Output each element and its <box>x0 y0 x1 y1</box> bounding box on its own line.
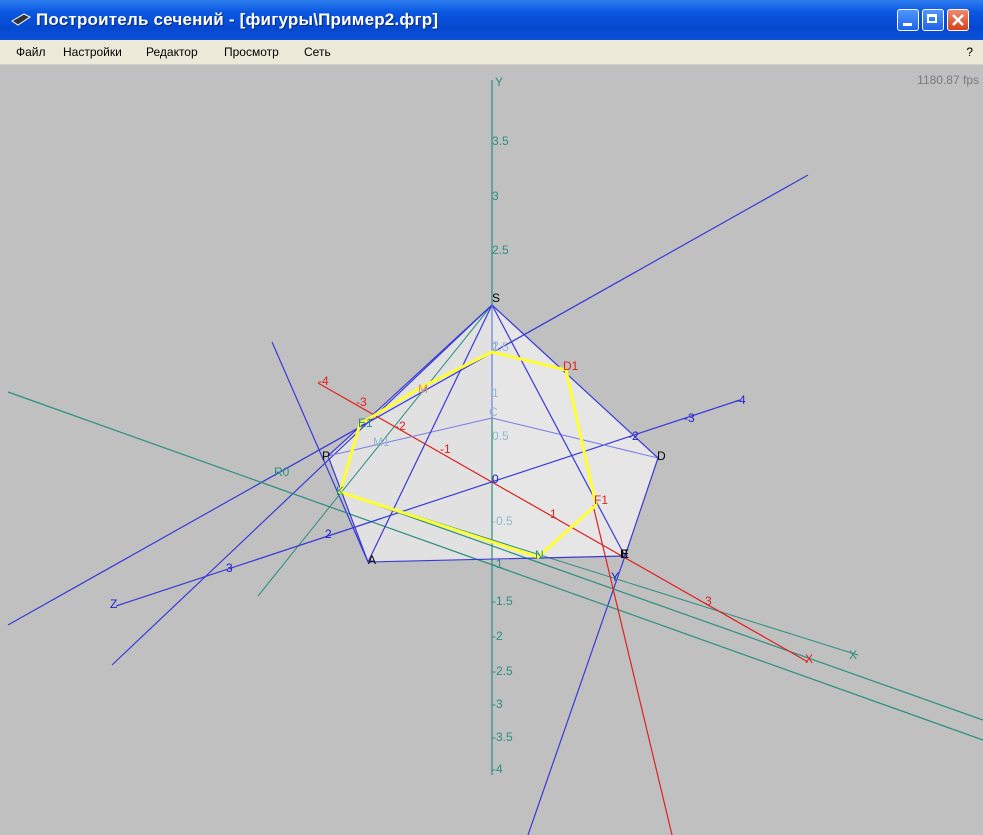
axis-z-tick: 3 <box>226 561 233 575</box>
point-label-s: S <box>492 291 500 305</box>
minimize-button[interactable] <box>897 9 919 31</box>
axis-y-tick: -1.5 <box>492 594 513 608</box>
axis-z-tick: -4 <box>735 393 746 407</box>
axis-x-tick: 3 <box>705 594 712 608</box>
maximize-button[interactable] <box>922 9 944 31</box>
point-label-m1: M1 <box>373 435 390 449</box>
app-icon <box>11 13 31 26</box>
point-label-f1: F1 <box>594 493 608 507</box>
point-label-c: C <box>489 405 498 419</box>
axis-x-tick: -3 <box>356 395 367 409</box>
point-label-d: D <box>657 449 666 463</box>
axis-y-tick: -3.5 <box>492 730 513 744</box>
app-window: Построитель сечений - [фигуры\Пример2.фг… <box>0 0 983 835</box>
aux-line-red <box>592 504 673 835</box>
axis-y-tick: -1 <box>492 557 503 571</box>
close-icon <box>952 14 964 26</box>
axis-z-tick: -2 <box>628 429 639 443</box>
axis-x-tick: -4 <box>318 374 329 388</box>
point-label-x: X <box>849 648 857 662</box>
menu-file[interactable]: Файл <box>16 45 46 59</box>
aux-line-blue-4 <box>527 555 626 835</box>
axis-z-tick: 2 <box>325 527 332 541</box>
point-label-e: E <box>621 547 629 561</box>
axis-x-tick: -1 <box>440 442 451 456</box>
axis-y-tick: -2.5 <box>492 664 513 678</box>
axis-y-tick: -0.5 <box>492 514 513 528</box>
point-label-d1: D1 <box>563 359 579 373</box>
menu-help[interactable]: ? <box>966 45 973 59</box>
axis-y-tick: -2 <box>492 629 503 643</box>
axis-z-name: Z <box>110 597 117 611</box>
axis-x-name: X <box>805 652 813 666</box>
axis-y-tick: 0.5 <box>492 429 509 443</box>
axis-y-tick: 2.5 <box>492 243 509 257</box>
point-label-p: P <box>322 449 330 463</box>
menu-view[interactable]: Просмотр <box>224 45 279 59</box>
point-label-a: A <box>368 553 376 567</box>
point-label-m: M <box>418 382 428 396</box>
axis-y-tick: 1 <box>492 386 499 400</box>
menu-settings[interactable]: Настройки <box>63 45 122 59</box>
point-label-k: K <box>336 484 344 498</box>
axis-y-tick: 3 <box>492 189 499 203</box>
axis-y-tick: 1.5 <box>492 340 509 354</box>
menu-network[interactable]: Сеть <box>304 45 331 59</box>
scene-viewport[interactable]: Y 3.5 3 2.5 2 1.5 1 0.5 0 -0.5 -1 -1.5 -… <box>0 65 983 835</box>
minimize-icon <box>903 23 912 26</box>
axis-y-name: Y <box>495 75 503 89</box>
axis-x-tick: -2 <box>395 419 406 433</box>
axis-y-tick: 3.5 <box>492 134 509 148</box>
menu-bar: Файл Настройки Редактор Просмотр Сеть ? <box>0 40 983 65</box>
point-label-e1: E1 <box>358 416 373 430</box>
window-title: Построитель сечений - [фигуры\Пример2.фг… <box>36 10 439 29</box>
title-bar[interactable]: Построитель сечений - [фигуры\Пример2.фг… <box>0 0 983 40</box>
axis-z-tick: -3 <box>684 411 695 425</box>
axis-x-tick: 1 <box>550 507 557 521</box>
axis-y-tick: -3 <box>492 697 503 711</box>
point-label-y: Y <box>611 570 619 584</box>
aux-line-teal-2 <box>339 491 983 721</box>
point-label-r0: R0 <box>274 465 290 479</box>
scene-canvas[interactable]: Y 3.5 3 2.5 2 1.5 1 0.5 0 -0.5 -1 -1.5 -… <box>0 65 983 835</box>
axis-y-tick: 0 <box>492 472 499 486</box>
fps-counter: 1180.87 fps <box>917 73 979 87</box>
maximize-icon <box>927 14 937 23</box>
point-label-n: N <box>535 548 544 562</box>
close-button[interactable] <box>947 9 969 31</box>
axis-y-tick: -4 <box>492 762 503 776</box>
menu-editor[interactable]: Редактор <box>146 45 198 59</box>
